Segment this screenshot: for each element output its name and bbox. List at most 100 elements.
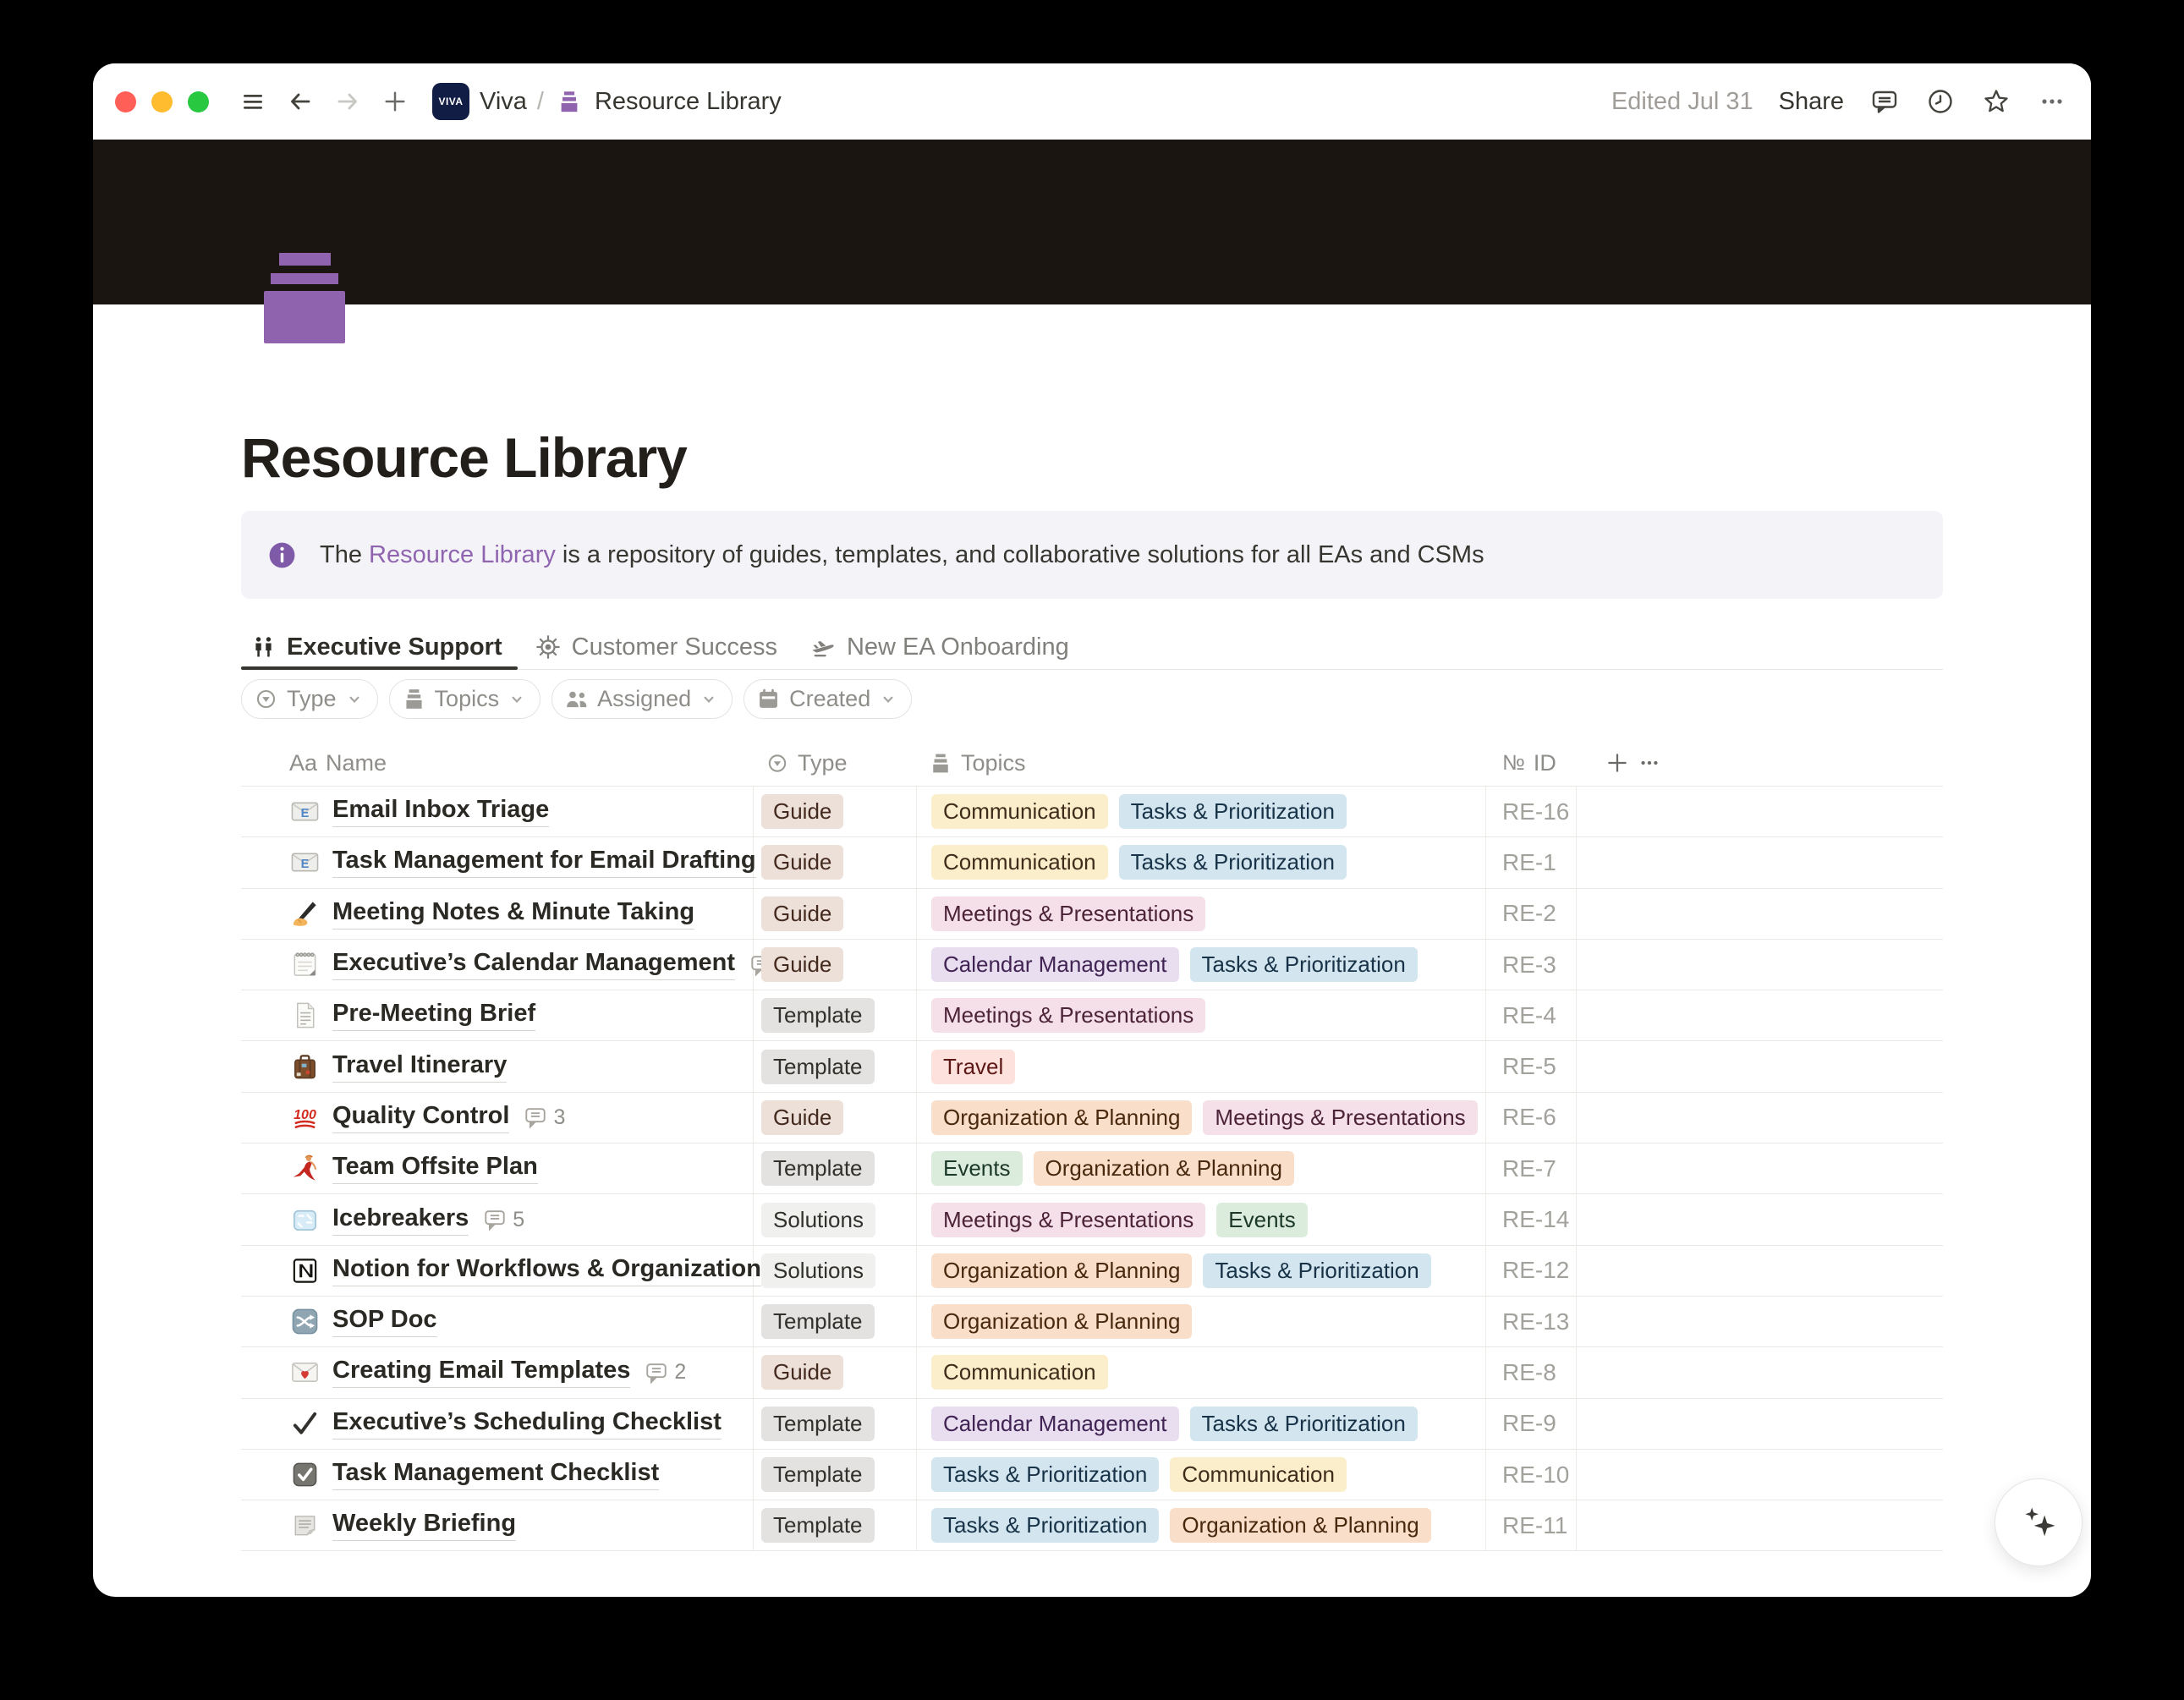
topic-tag: Tasks & Prioritization xyxy=(1119,845,1347,880)
sparkle-icon xyxy=(2017,1500,2061,1544)
comment-indicator[interactable]: 2 xyxy=(645,1360,686,1385)
workspace-logo[interactable]: VIVA xyxy=(432,83,469,120)
page-link[interactable]: Executive’s Calendar Management xyxy=(332,949,735,980)
sidebar-toggle-icon[interactable] xyxy=(238,86,268,117)
column-header-type[interactable]: Type xyxy=(754,740,917,786)
topics-cell[interactable]: CommunicationTasks & Prioritization xyxy=(917,787,1486,836)
more-options-icon[interactable] xyxy=(2037,86,2067,117)
email-icon: E xyxy=(289,797,320,827)
type-cell[interactable]: Template xyxy=(754,1500,917,1550)
comment-indicator[interactable]: 5 xyxy=(483,1208,524,1232)
topics-cell[interactable]: Organization & PlanningMeetings & Presen… xyxy=(917,1093,1486,1143)
type-cell[interactable]: Guide xyxy=(754,1093,917,1143)
filter-type[interactable]: Type xyxy=(241,679,378,719)
page-link[interactable]: Executive’s Scheduling Checklist xyxy=(332,1408,722,1440)
type-cell[interactable]: Template xyxy=(754,1143,917,1193)
topic-tag: Events xyxy=(1216,1203,1308,1237)
breadcrumb-page[interactable]: Resource Library xyxy=(595,88,782,116)
name-cell: E Email Inbox Triage xyxy=(241,787,754,836)
breadcrumb-workspace[interactable]: Viva xyxy=(480,88,527,116)
topic-tag: Tasks & Prioritization xyxy=(1190,947,1418,982)
type-cell[interactable]: Template xyxy=(754,1399,917,1449)
topics-cell[interactable]: Travel xyxy=(917,1041,1486,1091)
tab-new-ea-onboarding[interactable]: New EA Onboarding xyxy=(801,620,1084,669)
topics-cell[interactable]: Organization & PlanningTasks & Prioritiz… xyxy=(917,1246,1486,1296)
minimize-window-button[interactable] xyxy=(151,91,173,112)
type-tag: Template xyxy=(761,1457,875,1492)
type-cell[interactable]: Solutions xyxy=(754,1194,917,1244)
type-cell[interactable]: Guide xyxy=(754,787,917,836)
page-link[interactable]: Icebreakers xyxy=(332,1204,469,1236)
type-cell[interactable]: Template xyxy=(754,1297,917,1346)
page-link[interactable]: Notion for Workflows & Organization xyxy=(332,1255,761,1286)
type-cell[interactable]: Template xyxy=(754,1041,917,1091)
column-header-topics[interactable]: Topics xyxy=(917,740,1486,786)
share-button[interactable]: Share xyxy=(1779,88,1844,116)
topics-cell[interactable]: Communication xyxy=(917,1347,1486,1397)
topics-cell[interactable]: Meetings & Presentations xyxy=(917,889,1486,939)
table-row: Creating Email Templates 2 Guide Communi… xyxy=(241,1347,1943,1398)
back-icon[interactable] xyxy=(285,86,316,117)
page-link[interactable]: Weekly Briefing xyxy=(332,1510,516,1541)
topics-cell[interactable]: Organization & Planning xyxy=(917,1297,1486,1346)
topics-cell[interactable]: Tasks & PrioritizationCommunication xyxy=(917,1450,1486,1500)
history-clock-icon[interactable] xyxy=(1925,86,1956,117)
type-tag: Guide xyxy=(761,845,843,880)
filter-created[interactable]: Created xyxy=(744,679,912,719)
topics-cell[interactable]: Meetings & PresentationsEvents xyxy=(917,1194,1486,1244)
table-row: SOP Doc Template Organization & Planning… xyxy=(241,1297,1943,1347)
callout-page-link[interactable]: Resource Library xyxy=(369,541,556,568)
close-window-button[interactable] xyxy=(115,91,136,112)
topics-cell[interactable]: Calendar Management Tasks & Prioritizatio… xyxy=(917,940,1486,990)
new-page-icon[interactable] xyxy=(380,86,410,117)
forward-icon[interactable] xyxy=(332,86,363,117)
topic-tag: Calendar Management xyxy=(931,947,1179,982)
ai-assistant-button[interactable] xyxy=(1995,1478,2082,1566)
zoom-window-button[interactable] xyxy=(188,91,209,112)
tab-executive-support[interactable]: Executive Support xyxy=(241,620,518,669)
id-cell: RE-2 xyxy=(1486,889,1577,939)
id-cell: RE-10 xyxy=(1486,1450,1577,1500)
type-cell[interactable]: Solutions xyxy=(754,1246,917,1296)
type-tag: Guide xyxy=(761,947,843,982)
page-link[interactable]: Pre-Meeting Brief xyxy=(332,1000,535,1031)
type-cell[interactable]: Guide xyxy=(754,889,917,939)
topics-cell[interactable]: Tasks & PrioritizationOrganization & Pla… xyxy=(917,1500,1486,1550)
topics-cell[interactable]: EventsOrganization & Planning xyxy=(917,1143,1486,1193)
page-link[interactable]: Travel Itinerary xyxy=(332,1051,507,1083)
comments-icon[interactable] xyxy=(1869,86,1900,117)
page-link[interactable]: Task Management Checklist xyxy=(332,1459,659,1490)
column-header-name[interactable]: Aa Name xyxy=(241,740,754,786)
type-cell[interactable]: Guide xyxy=(754,940,917,990)
type-cell[interactable]: Guide xyxy=(754,837,917,887)
page-emoji-archive-icon[interactable] xyxy=(264,253,345,343)
topics-cell[interactable]: CommunicationTasks & Prioritization xyxy=(917,837,1486,887)
topic-tag: Tasks & Prioritization xyxy=(931,1508,1159,1543)
table-more-icon[interactable] xyxy=(1638,751,1661,775)
page-link[interactable]: Email Inbox Triage xyxy=(332,796,549,827)
tab-customer-success[interactable]: Customer Success xyxy=(526,620,793,669)
topic-tag: Meetings & Presentations xyxy=(931,998,1205,1033)
page-link[interactable]: Creating Email Templates xyxy=(332,1357,630,1388)
page-link[interactable]: Quality Control xyxy=(332,1102,509,1133)
type-cell[interactable]: Template xyxy=(754,990,917,1040)
add-column-icon[interactable] xyxy=(1605,751,1629,775)
filter-assigned[interactable]: Assigned xyxy=(551,679,733,719)
type-tag: Template xyxy=(761,1407,875,1441)
comment-indicator[interactable]: 3 xyxy=(524,1105,565,1130)
page-link[interactable]: Team Offsite Plan xyxy=(332,1153,538,1184)
page-link[interactable]: Meeting Notes & Minute Taking xyxy=(332,898,694,930)
page-link[interactable]: Task Management for Email Drafting xyxy=(332,847,756,878)
chevron-down-icon xyxy=(345,690,364,709)
type-cell[interactable]: Template xyxy=(754,1450,917,1500)
favorite-star-icon[interactable] xyxy=(1981,86,2011,117)
filter-topics[interactable]: Topics xyxy=(389,679,541,719)
topics-cell[interactable]: Calendar ManagementTasks & Prioritizatio… xyxy=(917,1399,1486,1449)
column-header-id[interactable]: № ID xyxy=(1486,740,1577,786)
topics-cell[interactable]: Meetings & Presentations xyxy=(917,990,1486,1040)
page-link[interactable]: SOP Doc xyxy=(332,1306,437,1337)
type-cell[interactable]: Guide xyxy=(754,1347,917,1397)
id-cell: RE-11 xyxy=(1486,1500,1577,1550)
topic-tag: Tasks & Prioritization xyxy=(931,1457,1159,1492)
type-tag: Template xyxy=(761,998,875,1033)
